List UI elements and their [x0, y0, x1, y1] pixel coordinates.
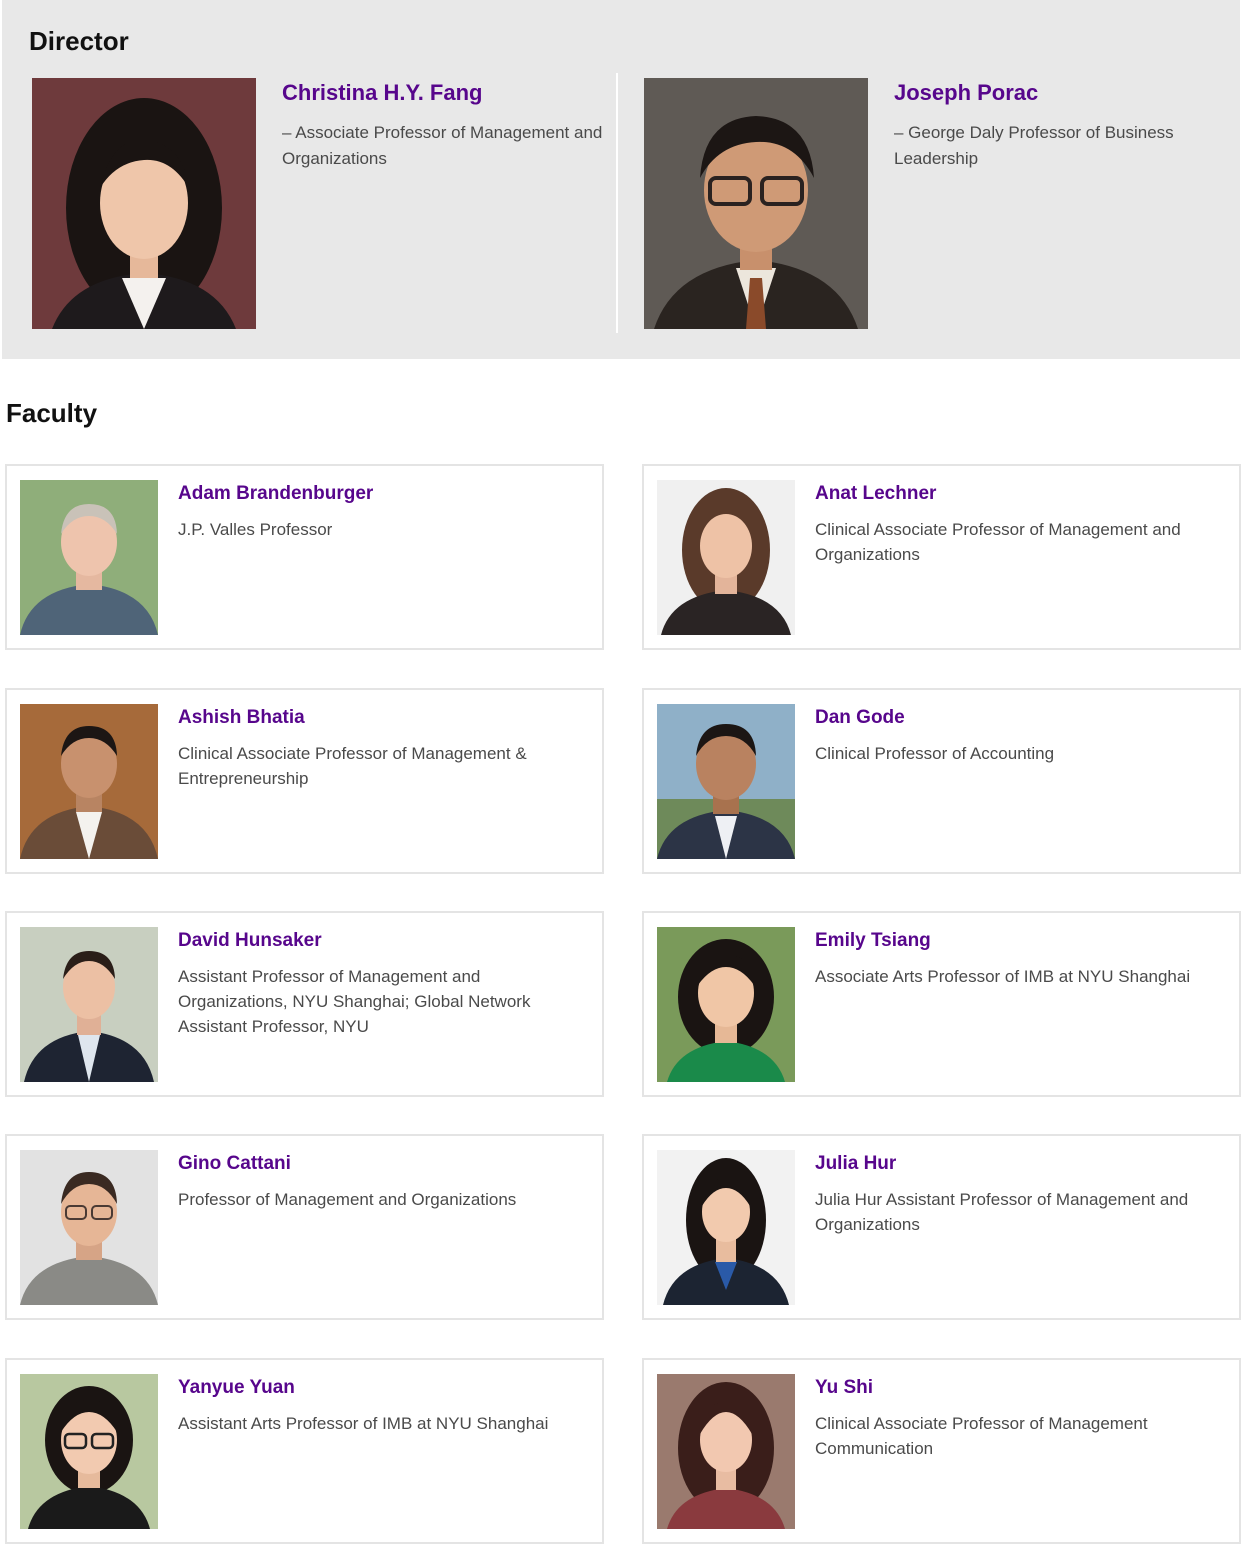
faculty-name[interactable]: David Hunsaker	[178, 928, 588, 954]
faculty-name[interactable]: Julia Hur	[815, 1151, 1225, 1177]
director-photo[interactable]	[32, 78, 256, 329]
faculty-card: Ashish Bhatia Clinical Associate Profess…	[5, 688, 604, 874]
faculty-title: J.P. Valles Professor	[178, 520, 333, 539]
faculty-title: Assistant Professor of Management and Or…	[178, 967, 531, 1036]
director-title: – George Daly Professor of Business Lead…	[894, 123, 1174, 168]
faculty-name[interactable]: Adam Brandenburger	[178, 481, 588, 507]
faculty-photo[interactable]	[20, 1374, 158, 1529]
faculty-card: Julia Hur Julia Hur Assistant Professor …	[642, 1134, 1241, 1320]
director-section: Director Christina H.Y. Fang – Associate…	[2, 0, 1240, 359]
director-name[interactable]: Joseph Porac	[894, 78, 1224, 108]
faculty-photo[interactable]	[657, 927, 795, 1082]
faculty-title: Assistant Arts Professor of IMB at NYU S…	[178, 1414, 549, 1433]
faculty-name[interactable]: Anat Lechner	[815, 481, 1225, 507]
director-title: – Associate Professor of Management and …	[282, 123, 603, 168]
faculty-photo[interactable]	[657, 480, 795, 635]
divider	[616, 73, 618, 333]
faculty-title: Associate Arts Professor of IMB at NYU S…	[815, 967, 1191, 986]
faculty-name[interactable]: Gino Cattani	[178, 1151, 588, 1177]
faculty-heading: Faculty	[6, 398, 98, 428]
faculty-title: Julia Hur Assistant Professor of Managem…	[815, 1190, 1189, 1234]
faculty-name[interactable]: Yu Shi	[815, 1375, 1225, 1401]
faculty-card: Dan Gode Clinical Professor of Accountin…	[642, 688, 1241, 874]
faculty-name[interactable]: Emily Tsiang	[815, 928, 1225, 954]
faculty-card: Emily Tsiang Associate Arts Professor of…	[642, 911, 1241, 1097]
faculty-card: Gino Cattani Professor of Management and…	[5, 1134, 604, 1320]
faculty-photo[interactable]	[20, 927, 158, 1082]
director-name[interactable]: Christina H.Y. Fang	[282, 78, 612, 108]
faculty-photo[interactable]	[657, 704, 795, 859]
faculty-photo[interactable]	[20, 480, 158, 635]
faculty-name[interactable]: Ashish Bhatia	[178, 705, 588, 731]
faculty-photo[interactable]	[657, 1150, 795, 1305]
faculty-photo[interactable]	[20, 1150, 158, 1305]
faculty-title: Clinical Professor of Accounting	[815, 744, 1055, 763]
faculty-title: Clinical Associate Professor of Manageme…	[178, 744, 527, 788]
director-card: Joseph Porac – George Daly Professor of …	[644, 78, 1244, 330]
faculty-card: Anat Lechner Clinical Associate Professo…	[642, 464, 1241, 650]
faculty-title: Clinical Associate Professor of Manageme…	[815, 1414, 1148, 1458]
faculty-title: Clinical Associate Professor of Manageme…	[815, 520, 1181, 564]
faculty-name[interactable]: Yanyue Yuan	[178, 1375, 588, 1401]
faculty-card: Adam Brandenburger J.P. Valles Professor	[5, 464, 604, 650]
faculty-title: Professor of Management and Organization…	[178, 1190, 517, 1209]
faculty-photo[interactable]	[657, 1374, 795, 1529]
director-heading: Director	[29, 26, 129, 56]
faculty-name[interactable]: Dan Gode	[815, 705, 1225, 731]
faculty-card: Yanyue Yuan Assistant Arts Professor of …	[5, 1358, 604, 1544]
faculty-card: David Hunsaker Assistant Professor of Ma…	[5, 911, 604, 1097]
director-card: Christina H.Y. Fang – Associate Professo…	[32, 78, 632, 330]
faculty-photo[interactable]	[20, 704, 158, 859]
faculty-card: Yu Shi Clinical Associate Professor of M…	[642, 1358, 1241, 1544]
director-photo[interactable]	[644, 78, 868, 329]
